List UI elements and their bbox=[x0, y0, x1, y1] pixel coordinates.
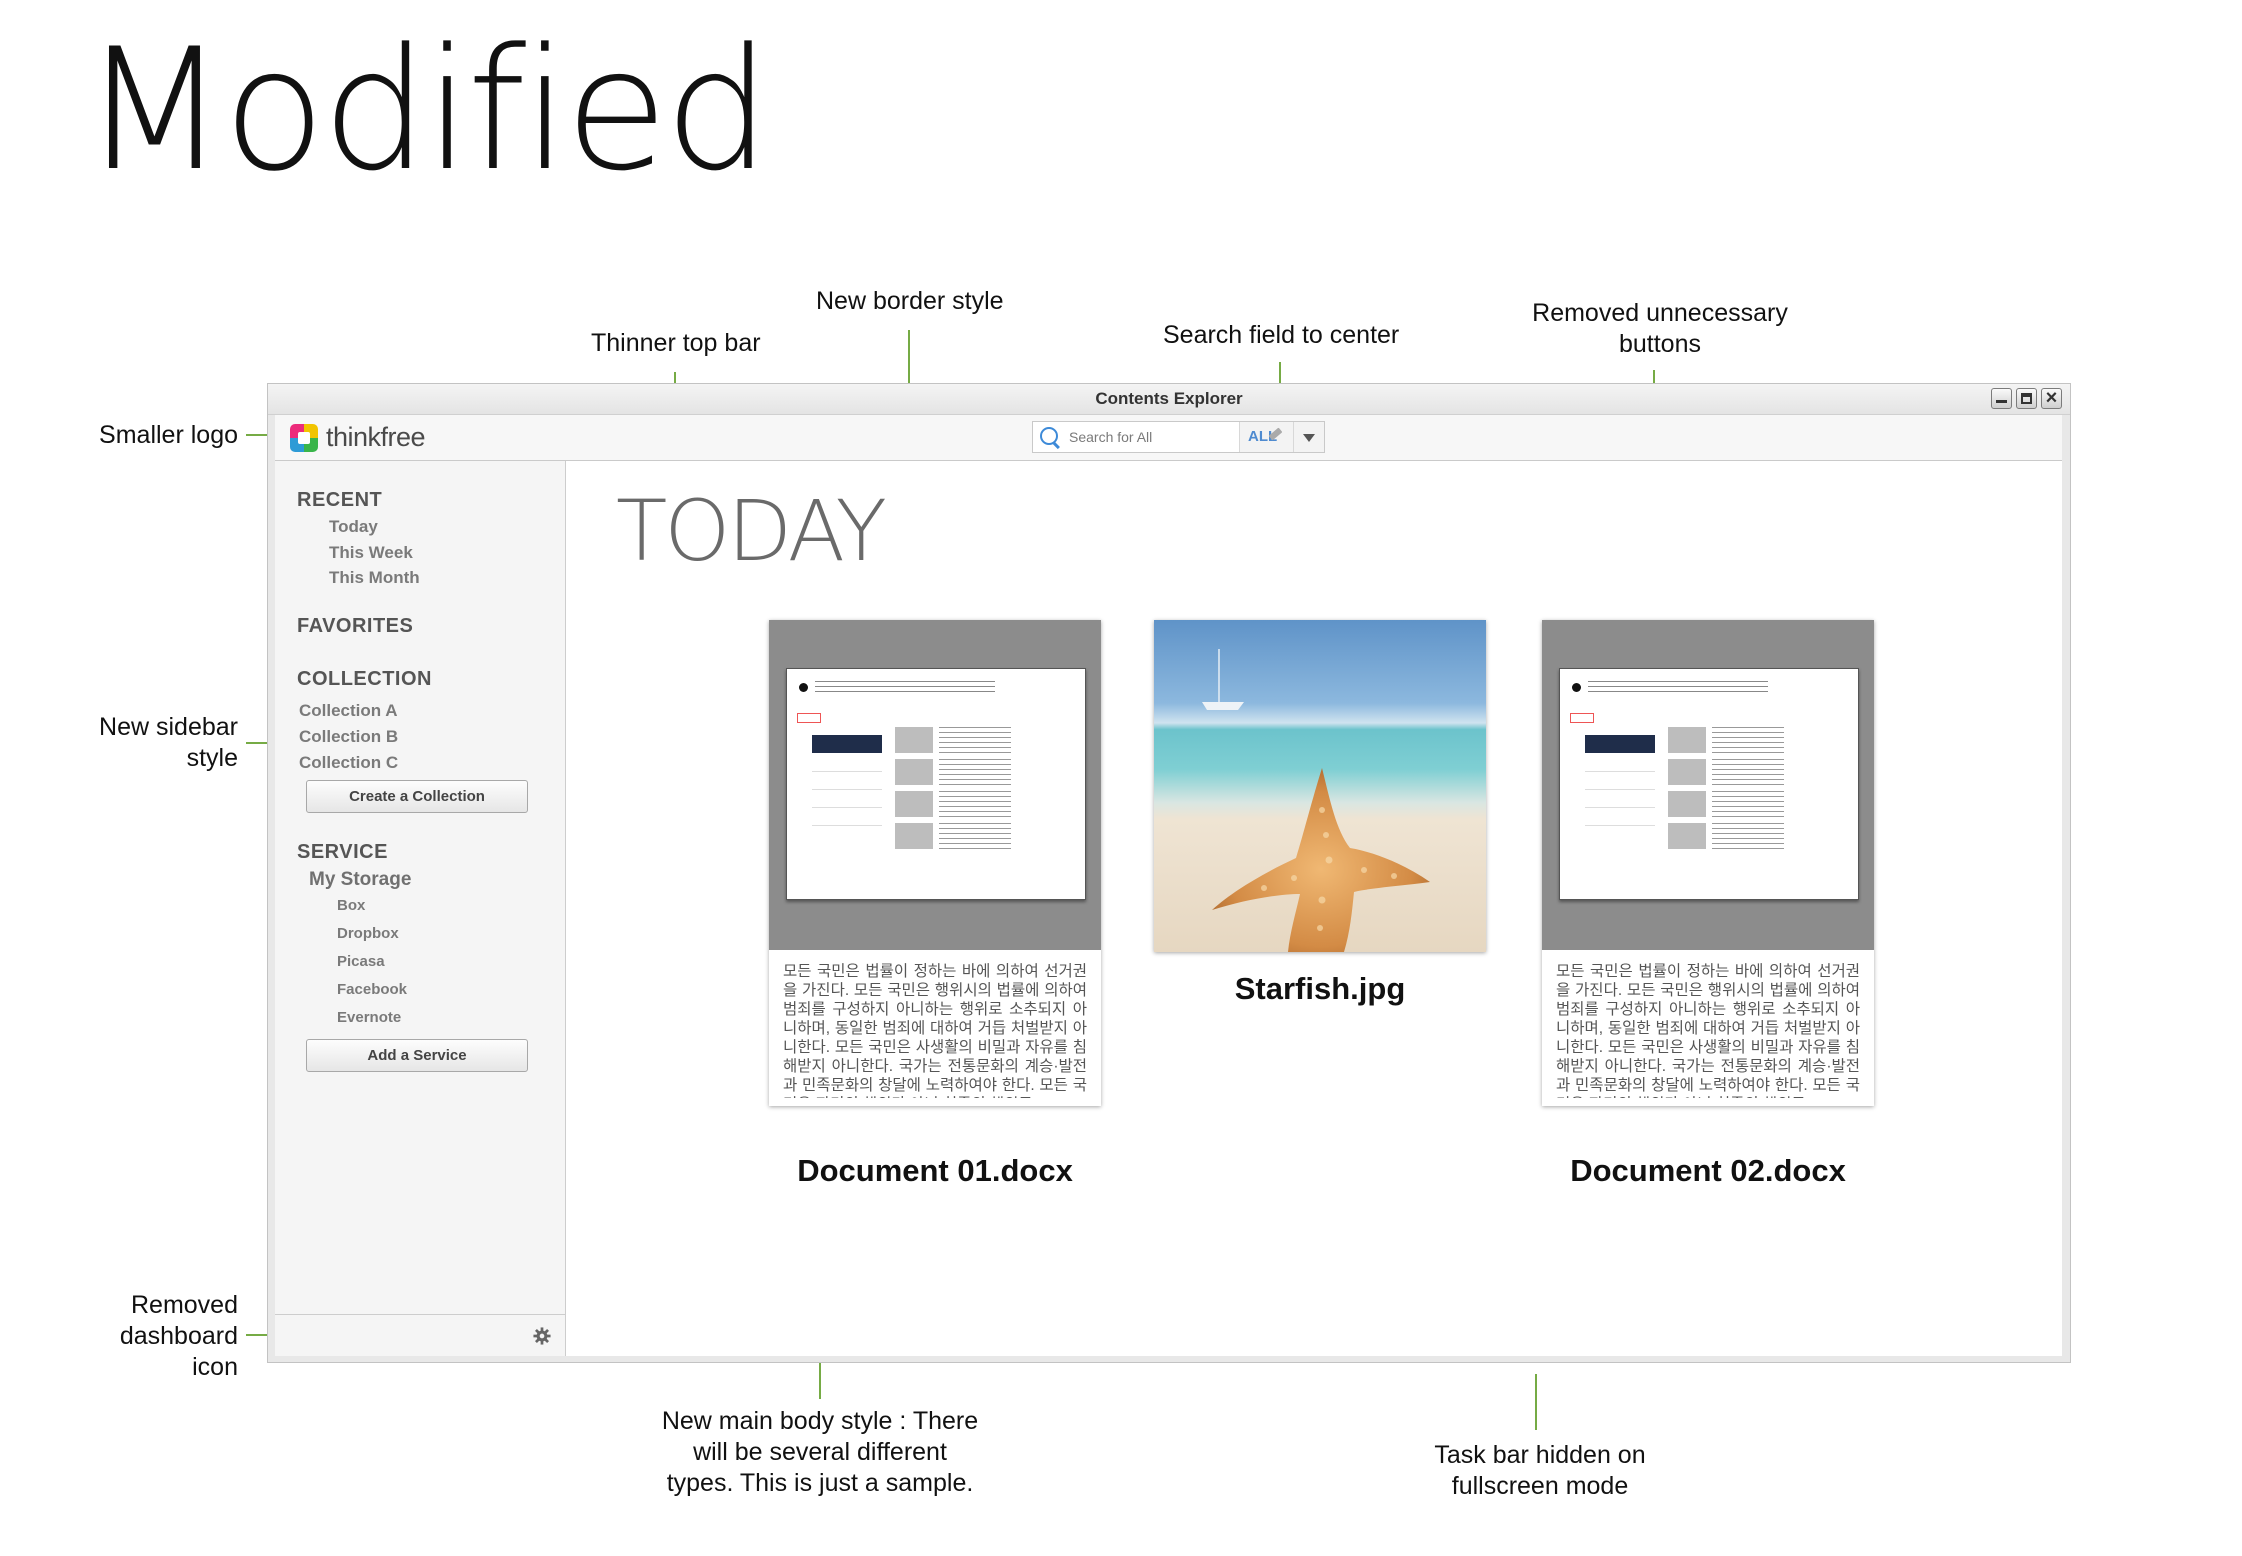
annotation-thinner-top-bar: Thinner top bar bbox=[591, 329, 761, 357]
close-button[interactable]: × bbox=[2041, 388, 2062, 409]
page-heading: Modified bbox=[82, 12, 771, 208]
annotation-smaller-logo: Smaller logo bbox=[99, 421, 238, 449]
document-thumbnail bbox=[769, 620, 1101, 950]
sidebar-heading-service: SERVICE bbox=[297, 841, 388, 863]
sidebar-item-facebook[interactable]: Facebook bbox=[337, 981, 407, 998]
document-preview bbox=[1559, 668, 1859, 900]
chevron-down-icon bbox=[1303, 434, 1315, 442]
sidebar-item-evernote[interactable]: Evernote bbox=[337, 1009, 401, 1026]
annotation-removed-buttons: Removed unnecessary buttons bbox=[1510, 298, 1810, 360]
starfish-image bbox=[1212, 768, 1430, 952]
sidebar-heading-favorites[interactable]: FAVORITES bbox=[297, 615, 413, 638]
annotation-text: Removed bbox=[131, 1291, 238, 1319]
sidebar-item-collection-a[interactable]: Collection A bbox=[299, 701, 398, 721]
sidebar-item-picasa[interactable]: Picasa bbox=[337, 953, 385, 970]
annotation-removed-dashboard: Removed dashboard icon bbox=[40, 1290, 238, 1383]
close-icon: × bbox=[2045, 387, 2058, 409]
document-thumbnail bbox=[1542, 620, 1874, 950]
window-controls: × bbox=[1991, 388, 2062, 409]
file-card-starfish[interactable] bbox=[1154, 620, 1486, 952]
annotation-text: New sidebar bbox=[99, 713, 238, 741]
file-card-document-02[interactable]: 모든 국민은 법률이 정하는 바에 의하여 선거권을 가진다. 모든 국민은 행… bbox=[1542, 620, 1874, 1106]
annotation-text: New main body style : There bbox=[661, 1407, 979, 1435]
file-card-document-01[interactable]: 모든 국민은 법률이 정하는 바에 의하여 선거권을 가진다. 모든 국민은 행… bbox=[769, 620, 1101, 1106]
maximize-button[interactable] bbox=[2016, 388, 2037, 409]
top-bar: thinkfree ALL bbox=[275, 415, 2062, 461]
annotation-text: Task bar hidden on bbox=[1434, 1441, 1646, 1469]
annotation-text: style bbox=[186, 744, 238, 772]
file-name[interactable]: Document 02.docx bbox=[1542, 1153, 1874, 1189]
sidebar-heading-collection: COLLECTION bbox=[297, 668, 432, 690]
annotation-new-border-style: New border style bbox=[816, 287, 1004, 315]
search-scope-dropdown[interactable] bbox=[1293, 422, 1324, 452]
window-title: Contents Explorer bbox=[1095, 389, 1243, 408]
title-bar[interactable]: Contents Explorer × bbox=[268, 384, 2070, 415]
annotation-text: fullscreen mode bbox=[1451, 1472, 1629, 1500]
sailboat-image bbox=[1202, 649, 1244, 710]
document-preview-text: 모든 국민은 법률이 정하는 바에 의하여 선거권을 가진다. 모든 국민은 행… bbox=[783, 963, 1087, 1098]
logo: thinkfree bbox=[290, 422, 426, 453]
thinkfree-logo-icon bbox=[290, 423, 318, 452]
annotation-text: icon bbox=[192, 1353, 238, 1381]
main-body: TODAY 모든 국민은 법률이 정하는 바에 의하여 선거권을 가진다. 모든… bbox=[566, 461, 2062, 1356]
annotation-main-body: New main body style : There will be seve… bbox=[620, 1406, 1020, 1499]
file-name[interactable]: Document 01.docx bbox=[769, 1153, 1101, 1189]
sidebar-item-today[interactable]: Today bbox=[329, 517, 378, 537]
sidebar: RECENT Today This Week This Month FAVORI… bbox=[275, 461, 566, 1356]
sidebar-item-my-storage[interactable]: My Storage bbox=[309, 869, 411, 891]
search-icon bbox=[1040, 427, 1058, 445]
annotation-search-field-center: Search field to center bbox=[1163, 321, 1400, 349]
sidebar-item-this-week[interactable]: This Week bbox=[329, 543, 413, 563]
annotation-text: dashboard bbox=[119, 1322, 238, 1350]
gear-icon[interactable] bbox=[533, 1327, 551, 1345]
sidebar-item-dropbox[interactable]: Dropbox bbox=[337, 925, 399, 942]
sidebar-item-this-month[interactable]: This Month bbox=[329, 568, 420, 588]
search-field: ALL bbox=[1032, 421, 1325, 453]
sidebar-footer bbox=[275, 1314, 565, 1357]
app-window: Contents Explorer × thinkfree ALL RECENT… bbox=[267, 383, 2071, 1363]
search-scope[interactable]: ALL bbox=[1239, 422, 1295, 452]
annotation-text: will be several different bbox=[693, 1438, 947, 1466]
section-title: TODAY bbox=[616, 482, 887, 580]
annotation-text: Removed unnecessary bbox=[1532, 299, 1788, 327]
annotation-taskbar: Task bar hidden on fullscreen mode bbox=[1390, 1440, 1690, 1502]
annotation-line bbox=[1535, 1374, 1537, 1430]
sidebar-heading-recent: RECENT bbox=[297, 489, 383, 511]
file-name[interactable]: Starfish.jpg bbox=[1154, 971, 1486, 1007]
annotation-text: types. This is just a sample. bbox=[666, 1469, 974, 1497]
logo-text: thinkfree bbox=[326, 422, 426, 452]
search-input[interactable] bbox=[1069, 426, 1214, 448]
sidebar-item-collection-b[interactable]: Collection B bbox=[299, 727, 398, 747]
annotation-text: buttons bbox=[1618, 330, 1701, 358]
document-preview bbox=[786, 668, 1086, 900]
sidebar-item-box[interactable]: Box bbox=[337, 897, 365, 914]
add-service-button[interactable]: Add a Service bbox=[306, 1039, 528, 1072]
document-preview-text: 모든 국민은 법률이 정하는 바에 의하여 선거권을 가진다. 모든 국민은 행… bbox=[1556, 963, 1860, 1098]
create-collection-button[interactable]: Create a Collection bbox=[306, 780, 528, 813]
minimize-button[interactable] bbox=[1991, 388, 2012, 409]
sidebar-item-collection-c[interactable]: Collection C bbox=[299, 753, 398, 773]
annotation-new-sidebar: New sidebar style bbox=[40, 712, 238, 774]
